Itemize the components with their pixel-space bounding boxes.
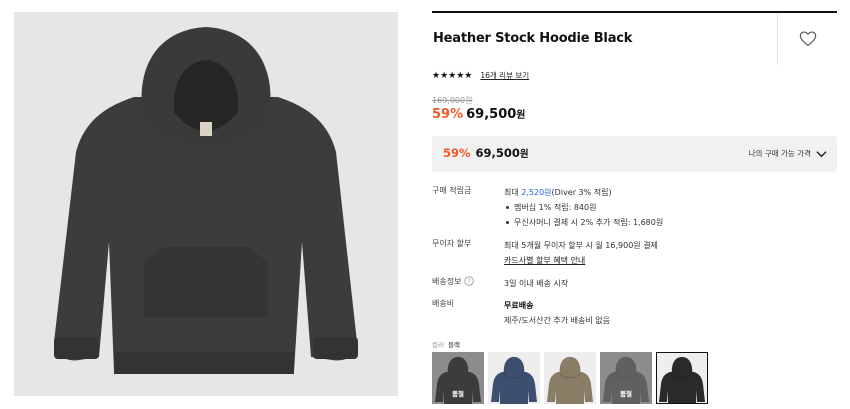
my-price-number: 69,500 [475,146,520,160]
color-swatch-black[interactable] [656,352,708,404]
svg-text:?: ? [468,278,471,285]
sold-out-overlay: 품절 [600,352,652,404]
sold-out-badge: 품절 [620,390,632,398]
chevron-down-icon [816,150,827,157]
swatch-image [656,352,708,404]
shipping-info-label-text: 배송정보 [432,277,462,286]
points-bullet: 멤버십 1% 적립: 840원 [504,200,834,215]
my-price-label: 나의 구매 가능 가격 [748,149,811,158]
my-price-value: 69,500원 [476,146,529,160]
sale-price-unit: 원 [516,110,526,121]
help-circle-icon[interactable]: ? [464,276,475,286]
color-swatch-charcoal[interactable]: 품절 [432,352,484,404]
color-swatch-gray[interactable]: 품절 [600,352,652,404]
my-price-unit: 원 [519,149,529,160]
color-swatch-navy[interactable] [488,352,540,404]
card-installment-link[interactable]: 카드사별 할부 혜택 안내 [504,253,834,268]
installment-text: 최대 5개월 무이자 할부 시 월 16,900원 결제 [504,241,658,250]
swatch-image [488,352,540,404]
shipping-info-label: 배송정보? [432,276,502,287]
product-title: Heather Stock Hoodie Black [433,31,633,46]
points-bullet: 무신사머니 결제 시 2% 추가 적립: 1,680원 [504,215,834,230]
sold-out-overlay: 품절 [432,352,484,404]
title-row: Heather Stock Hoodie Black [432,13,837,65]
shipping-fee-note: 제주/도서산간 추가 배송비 없음 [504,316,611,325]
sale-price-value: 69,500 [466,107,517,122]
my-price-toggle[interactable]: 나의 구매 가능 가격 [749,148,827,159]
sold-out-badge: 품절 [452,390,464,398]
points-suffix: (Diver 3% 적립) [551,188,612,197]
review-link[interactable]: 16개 리뷰 보기 [480,70,529,81]
wishlist-button[interactable] [778,13,837,65]
star-rating: ★★★★★ [432,70,473,81]
swatch-image [544,352,596,404]
installment-value: 최대 5개월 무이자 할부 시 월 16,900원 결제 카드사별 할부 혜택 … [504,238,834,268]
my-price-discount: 59% [443,146,471,160]
sale-price: 69,500원 [466,106,525,122]
points-prefix: 최대 [504,188,522,197]
points-amount: 2,520원 [521,188,552,197]
points-label: 구매 적립금 [432,186,472,195]
price-row: 59% 69,500원 [432,106,526,122]
color-swatch-khaki[interactable] [544,352,596,404]
color-label: 컬러 [432,341,444,349]
points-value: 최대 2,520원(Diver 3% 적립) 멤버십 1% 적립: 840원 무… [504,185,834,230]
installment-label: 무이자 할부 [432,239,472,248]
product-info-panel: Heather Stock Hoodie Black ★★★★★ 16개 리뷰 … [432,0,837,409]
color-swatches: 품절 품절 [432,352,712,404]
points-section: 구매 적립금 최대 2,520원(Diver 3% 적립) 멤버십 1% 적립:… [432,185,837,233]
free-shipping-text: 무료배송 [504,301,534,310]
points-summary: 최대 2,520원(Diver 3% 적립) [504,185,834,200]
my-price-dropdown[interactable]: 59% 69,500원 나의 구매 가능 가격 [432,136,837,172]
discount-rate: 59% [432,107,464,122]
rating-row: ★★★★★ 16개 리뷰 보기 [432,70,529,81]
shipping-fee-label: 배송비 [432,299,455,308]
shipping-fee-value: 무료배송 제주/도서산간 추가 배송비 없음 [504,298,834,328]
color-label-row: 컬러 블랙 [432,339,460,349]
original-price: 169,000원 [432,96,473,105]
shipping-fee-section: 배송비 무료배송 제주/도서산간 추가 배송비 없음 [432,298,837,328]
installment-section: 무이자 할부 최대 5개월 무이자 할부 시 월 16,900원 결제 카드사별… [432,238,837,268]
product-image[interactable] [14,12,398,396]
selected-color: 블랙 [447,341,460,349]
heart-icon [799,31,816,47]
shipping-info-value: 3일 이내 배송 시작 [504,279,569,288]
shipping-info-section: 배송정보? 3일 이내 배송 시작 [432,276,837,292]
my-price-summary: 59% 69,500원 [443,146,529,160]
